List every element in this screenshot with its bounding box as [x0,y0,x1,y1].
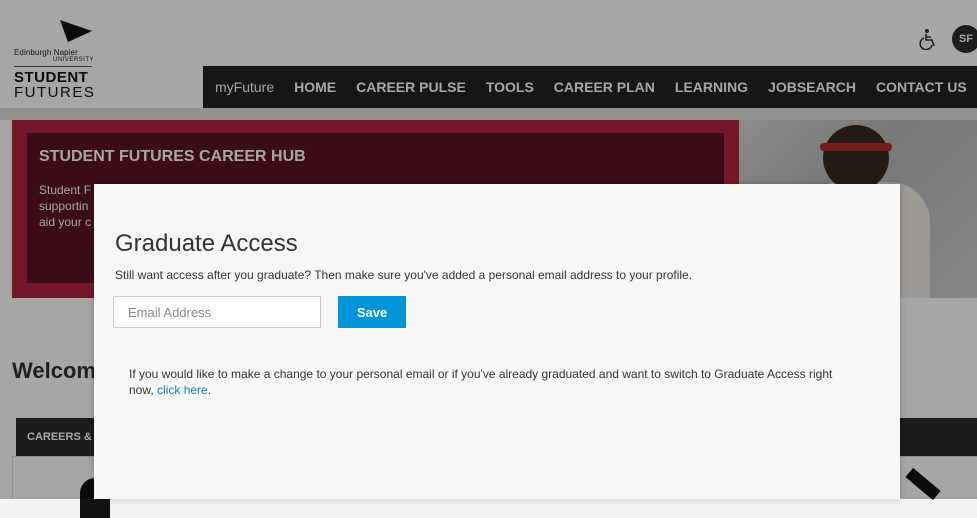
modal-note-text: If you would like to make a change to yo… [129,367,833,397]
modal-note: If you would like to make a change to yo… [129,366,849,398]
save-button[interactable]: Save [338,296,406,328]
graduate-access-modal: Graduate Access Still want access after … [94,184,900,499]
modal-note-end: . [207,383,212,397]
click-here-link[interactable]: click here [157,383,208,397]
email-address-input[interactable] [113,296,321,328]
modal-description: Still want access after you graduate? Th… [115,268,693,282]
modal-title: Graduate Access [115,230,298,257]
